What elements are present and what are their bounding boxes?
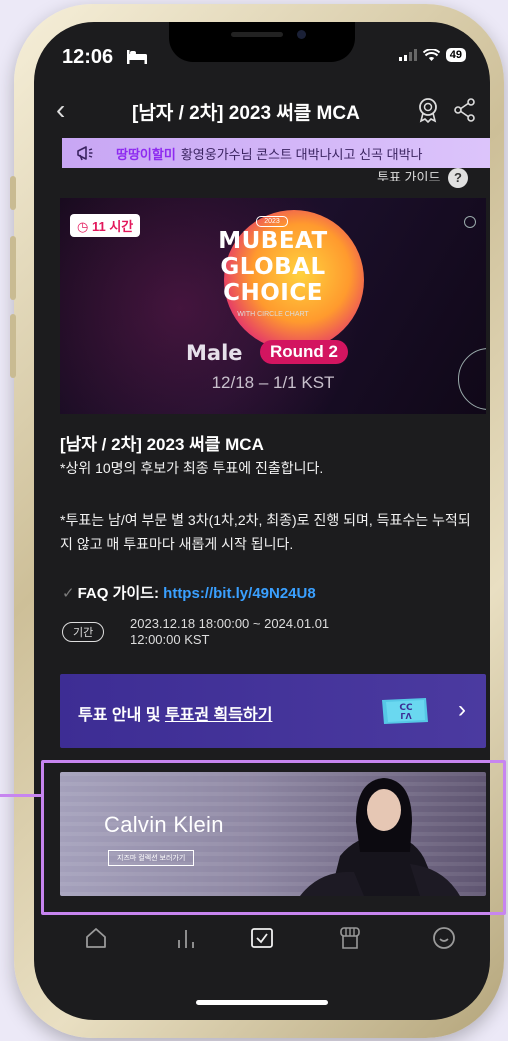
battery-indicator: 49 bbox=[445, 48, 466, 62]
period-text: 2023.12.18 18:00:00 ~ 2024.01.01 12:00:0… bbox=[130, 616, 329, 648]
event-poster: ◷ 11 시간 2023 MUBEAT GLOBAL CHOICE WITH C… bbox=[60, 198, 486, 414]
poster-logo-line: GLOBAL bbox=[220, 254, 326, 280]
chevron-right-icon: › bbox=[458, 696, 466, 723]
vote-guide-cta-button[interactable]: 투표 안내 및 투표권 획득하기 CC ΓΛ › bbox=[60, 674, 486, 748]
profile-icon[interactable] bbox=[432, 926, 456, 950]
help-icon[interactable]: ? bbox=[448, 168, 468, 188]
ad-highlight-frame bbox=[41, 760, 506, 915]
ad-highlight-pointer bbox=[0, 794, 42, 797]
poster-sponsor: WITH CIRCLE CHART bbox=[237, 311, 309, 318]
poster-dates: 12/18 – 1/1 KST bbox=[211, 373, 335, 392]
poster-logo-line: MUBEAT bbox=[218, 228, 328, 254]
faq-label: FAQ 가이드: bbox=[77, 585, 164, 602]
period-badge: 기간 bbox=[62, 622, 105, 642]
cta-label-underlined: 투표권 획득하기 bbox=[164, 707, 273, 724]
period-start: 2023.12.18 18:00:00 ~ 2024.01.01 bbox=[130, 616, 330, 631]
vote-description-2: *투표는 남/여 부문 별 3차(1차,2차, 최종)로 진행 되며, 득표수는… bbox=[60, 512, 471, 552]
vote-check-icon[interactable] bbox=[250, 926, 274, 950]
vote-guide-link[interactable]: 투표 가이드 bbox=[377, 167, 440, 181]
cellular-signal-icon bbox=[398, 49, 417, 61]
ticket-icon: CC ΓΛ bbox=[382, 698, 428, 724]
vote-description-1: *상위 10명의 후보가 최종 투표에 진출합니다. bbox=[60, 460, 324, 476]
period-end: 12:00:00 KST bbox=[130, 632, 210, 647]
banner-message: 황영웅가수님 콘스트 대박나시고 신곡 대박나 bbox=[180, 146, 423, 162]
status-bar: 12:06 49 bbox=[34, 22, 490, 90]
phone-silent-switch bbox=[10, 176, 16, 210]
notch bbox=[169, 22, 355, 62]
checkmark-icon: ✓ bbox=[62, 585, 75, 602]
status-time: 12:06 bbox=[62, 46, 114, 68]
vote-title: [남자 / 2차] 2023 써클 MCA bbox=[60, 435, 264, 454]
home-icon[interactable] bbox=[84, 926, 108, 950]
poster-category: Male bbox=[186, 341, 243, 365]
cta-label: 투표 안내 및 투표권 획득하기 bbox=[78, 701, 272, 725]
svg-text:ΓΛ: ΓΛ bbox=[400, 712, 412, 721]
cta-label-prefix: 투표 안내 및 bbox=[78, 707, 165, 724]
sleep-focus-icon bbox=[127, 50, 147, 64]
phone-volume-down bbox=[10, 314, 16, 378]
poster-round-badge: Round 2 bbox=[260, 340, 348, 364]
back-button[interactable]: ‹ bbox=[56, 96, 65, 124]
wifi-icon bbox=[422, 48, 440, 61]
app-header: ‹ [남자 / 2차] 2023 써클 MCA bbox=[34, 90, 490, 136]
page-title: [남자 / 2차] 2023 써클 MCA bbox=[132, 103, 360, 124]
support-message-banner[interactable]: 땅땅이할미 황영웅가수님 콘스트 대박나시고 신곡 대박나 bbox=[62, 138, 490, 168]
faq-link[interactable]: https://bit.ly/49N24U8 bbox=[163, 585, 316, 602]
award-icon[interactable] bbox=[416, 97, 440, 123]
poster-ring-decoration bbox=[464, 216, 476, 228]
status-indicators: 49 bbox=[398, 48, 466, 62]
faq-guide: ✓ FAQ 가이드: https://bit.ly/49N24U8 bbox=[62, 582, 316, 603]
chart-icon[interactable] bbox=[174, 926, 198, 950]
home-indicator bbox=[196, 1000, 328, 1005]
bottom-navigation bbox=[34, 906, 490, 974]
community-icon[interactable] bbox=[338, 926, 362, 950]
megaphone-icon bbox=[77, 146, 93, 161]
poster-year: 2023 bbox=[256, 216, 288, 227]
poster-logo-line: CHOICE bbox=[223, 280, 323, 306]
phone-volume-up bbox=[10, 236, 16, 300]
banner-sender-name: 땅땅이할미 bbox=[116, 146, 176, 162]
share-icon[interactable] bbox=[454, 98, 476, 122]
